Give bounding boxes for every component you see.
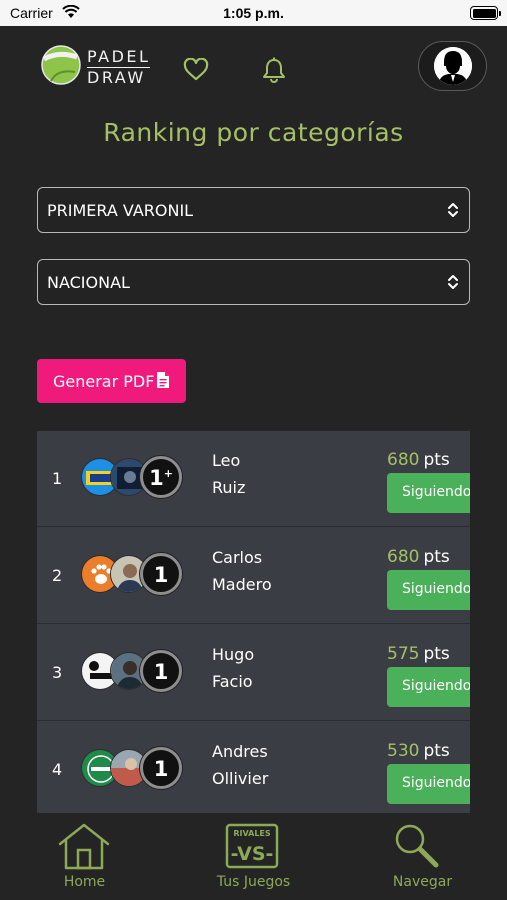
- player-last-name[interactable]: Ruiz: [212, 478, 245, 497]
- tab-games[interactable]: RIVALES -VS- Tus Juegos: [169, 813, 338, 900]
- category-badge: 1: [140, 650, 182, 692]
- player-last-name[interactable]: Facio: [212, 672, 253, 691]
- ranking-row[interactable]: 1 1+ Leo Ruiz 680 pts Siguiendo: [37, 431, 470, 527]
- document-icon: [157, 372, 169, 388]
- clock: 1:05 p.m.: [223, 5, 284, 21]
- padel-ball-logo-icon: [41, 45, 81, 85]
- following-label: Siguiendo: [402, 484, 470, 500]
- category-select[interactable]: PRIMERA VARONIL: [37, 187, 470, 233]
- user-silhouette-icon: [434, 47, 472, 85]
- player-last-name[interactable]: Ollivier: [212, 769, 268, 788]
- category-number: 1: [153, 757, 169, 781]
- tab-home-label: Home: [63, 874, 106, 890]
- scope-select-value: NACIONAL: [47, 273, 130, 292]
- ranking-list[interactable]: 1 1+ Leo Ruiz 680 pts Siguiendo 2 1 Carlo…: [37, 431, 470, 813]
- player-last-name[interactable]: Madero: [212, 575, 272, 594]
- following-label: Siguiendo: [402, 678, 470, 694]
- rivals-vs-icon: RIVALES -VS-: [225, 823, 279, 869]
- following-button[interactable]: Siguiendo: [387, 667, 470, 707]
- following-label: Siguiendo: [402, 775, 470, 791]
- vs-icon-text: -VS-: [231, 843, 274, 865]
- brand-wordmark: PADEL DRAW: [87, 47, 151, 87]
- following-button[interactable]: Siguiendo: [387, 570, 470, 610]
- points-value: 575: [387, 644, 420, 664]
- player-first-name[interactable]: Andres: [212, 742, 268, 761]
- ranking-row[interactable]: 2 1 Carlos Madero 680 pts Siguiendo: [37, 528, 470, 624]
- points-value: 680: [387, 547, 420, 567]
- following-label: Siguiendo: [402, 581, 470, 597]
- brand-line-2: DRAW: [87, 68, 146, 87]
- profile-avatar-button[interactable]: [418, 41, 487, 91]
- following-button[interactable]: Siguiendo: [387, 764, 470, 804]
- player-first-name[interactable]: Hugo: [212, 645, 254, 664]
- bottom-tab-bar: Home RIVALES -VS- Tus Juegos Navegar: [0, 813, 507, 900]
- points-unit: pts: [423, 450, 450, 470]
- chevron-up-down-icon: [448, 203, 458, 217]
- scope-select[interactable]: NACIONAL: [37, 259, 470, 305]
- avatar: [434, 47, 472, 85]
- tab-browse[interactable]: Navegar: [338, 813, 507, 900]
- player-points: 680 pts: [387, 450, 450, 470]
- points-unit: pts: [423, 741, 450, 761]
- ranking-position: 2: [52, 566, 63, 585]
- category-badge: 1+: [140, 456, 182, 498]
- generate-pdf-label: Generar PDF: [53, 372, 155, 391]
- points-unit: pts: [423, 644, 450, 664]
- ranking-position: 1: [52, 469, 63, 488]
- category-badge: 1: [140, 553, 182, 595]
- category-number: 1: [149, 466, 164, 490]
- tab-browse-label: Navegar: [392, 874, 453, 890]
- points-unit: pts: [423, 547, 450, 567]
- category-suffix: +: [163, 467, 173, 480]
- search-icon: [395, 824, 439, 868]
- heart-icon[interactable]: [183, 58, 209, 82]
- player-first-name[interactable]: Carlos: [212, 548, 262, 567]
- ranking-row[interactable]: 4 1 Andres Ollivier 530 pts Siguiendo: [37, 722, 470, 813]
- battery-icon: [470, 6, 501, 20]
- points-value: 680: [387, 450, 420, 470]
- player-points: 530 pts: [387, 741, 450, 761]
- ranking-row[interactable]: 3 1 Hugo Facio 575 pts Siguiendo: [37, 625, 470, 721]
- ranking-position: 3: [52, 663, 63, 682]
- tab-home[interactable]: Home: [0, 813, 169, 900]
- bell-icon[interactable]: [261, 57, 287, 84]
- generate-pdf-button[interactable]: Generar PDF: [37, 359, 186, 403]
- home-icon: [58, 823, 110, 870]
- player-first-name[interactable]: Leo: [212, 451, 240, 470]
- brand-line-1: PADEL: [87, 47, 151, 68]
- rivals-icon-text: RIVALES: [233, 829, 271, 838]
- player-points: 575 pts: [387, 644, 450, 664]
- category-select-value: PRIMERA VARONIL: [47, 201, 194, 220]
- chevron-up-down-icon: [448, 275, 458, 289]
- page-title: Ranking por categorías: [103, 118, 404, 147]
- tab-games-label: Tus Juegos: [216, 874, 291, 890]
- points-value: 530: [387, 741, 420, 761]
- player-points: 680 pts: [387, 547, 450, 567]
- category-number: 1: [153, 563, 169, 587]
- ranking-position: 4: [52, 760, 63, 779]
- category-number: 1: [153, 660, 169, 684]
- status-bar: Carrier 1:05 p.m.: [0, 0, 507, 26]
- following-button[interactable]: Siguiendo: [387, 473, 470, 513]
- category-badge: 1: [140, 747, 182, 789]
